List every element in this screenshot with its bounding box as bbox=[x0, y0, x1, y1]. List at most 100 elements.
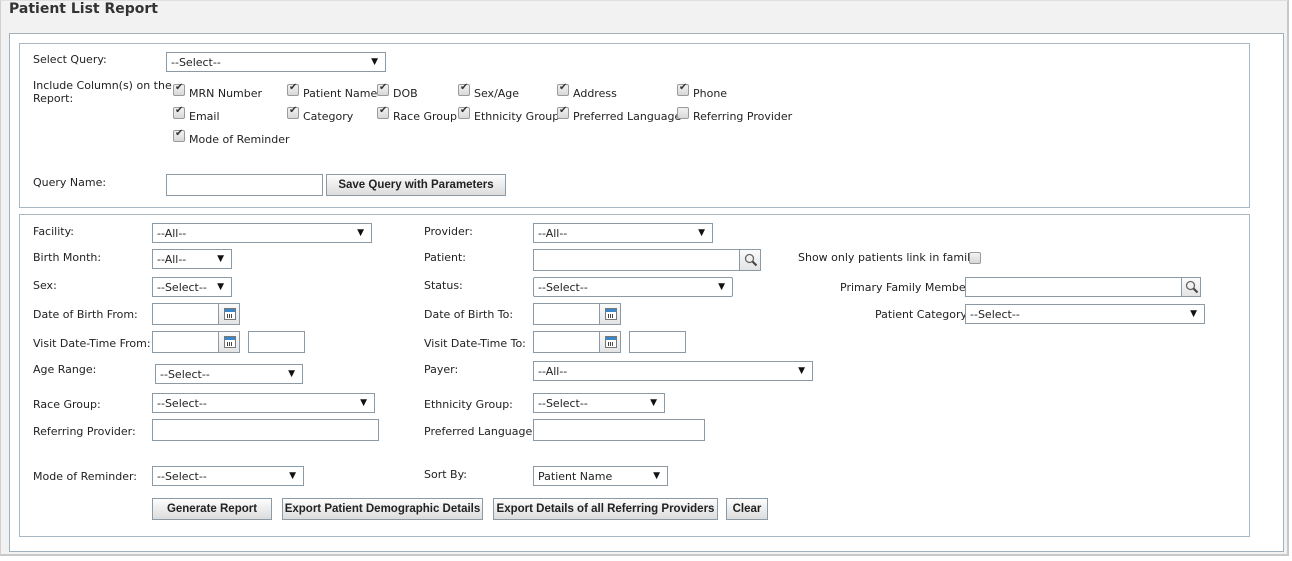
include-columns-label-2: Report: bbox=[33, 92, 74, 105]
chevron-down-icon: ▼ bbox=[371, 57, 378, 67]
visit-from-calendar-button[interactable] bbox=[218, 331, 240, 353]
column-label-category: Category bbox=[303, 110, 354, 123]
sex-dropdown[interactable]: --Select-- ▼ bbox=[152, 277, 232, 297]
calendar-icon bbox=[224, 336, 236, 348]
mode-of-reminder-label: Mode of Reminder: bbox=[33, 470, 138, 483]
payer-dropdown[interactable]: --All-- ▼ bbox=[533, 361, 813, 381]
select-query-dropdown[interactable]: --Select-- ▼ bbox=[166, 52, 386, 72]
payer-label: Payer: bbox=[424, 363, 459, 376]
export-demographic-button[interactable]: Export Patient Demographic Details bbox=[282, 498, 483, 520]
column-checkbox-dob[interactable] bbox=[377, 82, 389, 96]
query-name-label: Query Name: bbox=[33, 176, 107, 189]
patient-category-value: --Select-- bbox=[970, 308, 1020, 321]
chevron-down-icon: ▼ bbox=[1190, 309, 1197, 319]
visit-to-date-input[interactable] bbox=[533, 331, 600, 353]
column-label-referring-provider: Referring Provider bbox=[693, 110, 793, 123]
export-referring-providers-button[interactable]: Export Details of all Referring Provider… bbox=[493, 498, 718, 520]
age-range-dropdown[interactable]: --Select-- ▼ bbox=[155, 364, 303, 384]
visit-to-label: Visit Date-Time To: bbox=[424, 337, 526, 350]
column-checkbox-preferred-language[interactable] bbox=[557, 105, 569, 119]
sex-label: Sex: bbox=[33, 279, 57, 292]
visit-to-time-input[interactable] bbox=[629, 331, 686, 353]
facility-value: --All-- bbox=[157, 227, 187, 240]
column-label-mrn: MRN Number bbox=[189, 87, 263, 100]
column-checkbox-phone[interactable] bbox=[677, 82, 689, 96]
mode-of-reminder-dropdown[interactable]: --Select-- ▼ bbox=[152, 466, 304, 486]
facility-dropdown[interactable]: --All-- ▼ bbox=[152, 223, 372, 243]
column-checkbox-ethnicity-group[interactable] bbox=[458, 105, 470, 119]
dob-to-calendar-button[interactable] bbox=[599, 303, 621, 325]
race-group-label: Race Group: bbox=[33, 398, 101, 411]
race-group-dropdown[interactable]: --Select-- ▼ bbox=[152, 393, 375, 413]
birth-month-label: Birth Month: bbox=[33, 251, 102, 264]
primary-family-member-search-button[interactable] bbox=[1181, 277, 1201, 297]
visit-to-calendar-button[interactable] bbox=[599, 331, 621, 353]
ethnicity-group-label: Ethnicity Group: bbox=[424, 398, 513, 411]
column-checkbox-category[interactable] bbox=[287, 105, 299, 119]
generate-report-button[interactable]: Generate Report bbox=[152, 498, 272, 520]
age-range-value: --Select-- bbox=[160, 368, 210, 381]
facility-label: Facility: bbox=[33, 225, 75, 238]
primary-family-member-input[interactable] bbox=[965, 277, 1182, 297]
show-family-label: Show only patients link in family: bbox=[798, 251, 980, 264]
birth-month-value: --All-- bbox=[157, 253, 187, 266]
preferred-language-input[interactable] bbox=[533, 419, 705, 441]
patient-input[interactable] bbox=[533, 249, 740, 271]
column-label-dob: DOB bbox=[393, 87, 418, 100]
patient-category-label: Patient Category: bbox=[875, 308, 970, 321]
dob-from-input[interactable] bbox=[152, 303, 219, 325]
chevron-down-icon: ▼ bbox=[798, 366, 805, 376]
birth-month-dropdown[interactable]: --All-- ▼ bbox=[152, 249, 232, 269]
page-title: Patient List Report bbox=[9, 1, 158, 17]
column-checkbox-sex-age[interactable] bbox=[458, 82, 470, 96]
ethnicity-group-value: --Select-- bbox=[538, 397, 588, 410]
calendar-icon bbox=[605, 336, 617, 348]
chevron-down-icon: ▼ bbox=[650, 398, 657, 408]
patient-category-dropdown[interactable]: --Select-- ▼ bbox=[965, 304, 1205, 324]
preferred-language-label: Preferred Language: bbox=[424, 425, 536, 438]
calendar-icon bbox=[224, 308, 236, 320]
column-label-race-group: Race Group bbox=[393, 110, 457, 123]
column-label-preferred-language: Preferred Language bbox=[573, 110, 682, 123]
column-checkbox-referring-provider[interactable] bbox=[677, 107, 689, 119]
column-label-patient-name: Patient Name bbox=[303, 87, 378, 100]
race-group-value: --Select-- bbox=[157, 397, 207, 410]
payer-value: --All-- bbox=[538, 365, 568, 378]
patient-search-button[interactable] bbox=[739, 249, 761, 271]
select-query-label: Select Query: bbox=[33, 53, 107, 66]
column-checkbox-mode-of-reminder[interactable] bbox=[173, 128, 185, 142]
sort-by-dropdown[interactable]: Patient Name ▼ bbox=[533, 466, 668, 486]
referring-provider-input[interactable] bbox=[152, 419, 379, 441]
save-query-button[interactable]: Save Query with Parameters bbox=[326, 174, 506, 196]
sort-by-label: Sort By: bbox=[424, 468, 468, 481]
clear-button[interactable]: Clear bbox=[726, 498, 768, 520]
chevron-down-icon: ▼ bbox=[718, 282, 725, 292]
dob-from-calendar-button[interactable] bbox=[218, 303, 240, 325]
sort-by-value: Patient Name bbox=[538, 470, 613, 483]
dob-from-label: Date of Birth From: bbox=[33, 308, 138, 321]
status-dropdown[interactable]: --Select-- ▼ bbox=[533, 277, 733, 297]
column-checkbox-patient-name[interactable] bbox=[287, 82, 299, 96]
chevron-down-icon: ▼ bbox=[217, 282, 224, 292]
column-checkbox-mrn[interactable] bbox=[173, 82, 185, 96]
chevron-down-icon: ▼ bbox=[217, 254, 224, 264]
chevron-down-icon: ▼ bbox=[698, 228, 705, 238]
chevron-down-icon: ▼ bbox=[653, 471, 660, 481]
column-checkbox-race-group[interactable] bbox=[377, 105, 389, 119]
include-columns-label: Include Column(s) on the bbox=[33, 79, 172, 92]
dob-to-input[interactable] bbox=[533, 303, 600, 325]
referring-provider-label: Referring Provider: bbox=[33, 425, 136, 438]
ethnicity-group-dropdown[interactable]: --Select-- ▼ bbox=[533, 393, 665, 413]
visit-from-date-input[interactable] bbox=[152, 331, 219, 353]
patient-label: Patient: bbox=[424, 251, 467, 264]
query-name-input[interactable] bbox=[166, 174, 323, 196]
show-family-checkbox[interactable] bbox=[969, 252, 981, 264]
chevron-down-icon: ▼ bbox=[357, 228, 364, 238]
provider-dropdown[interactable]: --All-- ▼ bbox=[533, 223, 713, 243]
dob-to-label: Date of Birth To: bbox=[424, 308, 514, 321]
visit-from-time-input[interactable] bbox=[248, 331, 305, 353]
chevron-down-icon: ▼ bbox=[360, 398, 367, 408]
column-checkbox-email[interactable] bbox=[173, 105, 185, 119]
search-icon bbox=[744, 253, 758, 267]
column-checkbox-address[interactable] bbox=[557, 82, 569, 96]
